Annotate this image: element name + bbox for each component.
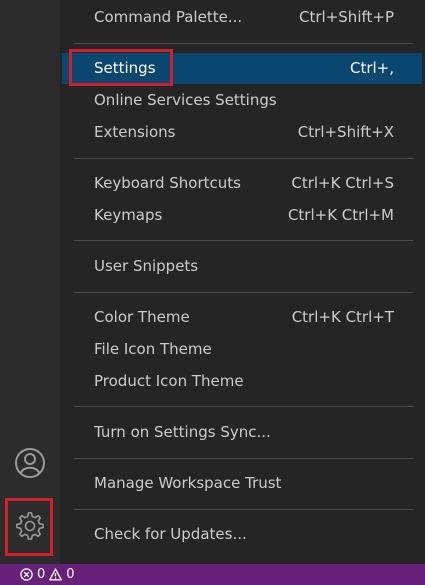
menu-item-label: Product Icon Theme <box>94 372 244 390</box>
menu-item-shortcut: Ctrl+, <box>349 59 394 77</box>
menu-separator <box>74 158 413 159</box>
menu-separator <box>74 240 413 241</box>
menu-item-label: Check for Updates... <box>94 525 247 543</box>
menu-item-product-icon-theme[interactable]: Product Icon Theme <box>62 366 422 397</box>
menu-item-label: Manage Workspace Trust <box>94 474 282 492</box>
menu-item-label: User Snippets <box>94 257 199 275</box>
account-icon <box>15 448 45 478</box>
menu-separator <box>74 43 413 44</box>
menu-item-shortcut: Ctrl+Shift+P <box>299 8 394 26</box>
warning-icon[interactable] <box>49 568 63 581</box>
menu-item-file-icon-theme[interactable]: File Icon Theme <box>62 334 422 365</box>
menu-item-label: Command Palette... <box>94 8 243 26</box>
menu-item-extensions[interactable]: Extensions Ctrl+Shift+X <box>62 117 422 148</box>
status-bar: 0 0 <box>0 564 425 585</box>
menu-item-shortcut: Ctrl+K Ctrl+S <box>291 174 394 192</box>
menu-item-manage-workspace-trust[interactable]: Manage Workspace Trust <box>62 468 422 499</box>
menu-item-keyboard-shortcuts[interactable]: Keyboard Shortcuts Ctrl+K Ctrl+S <box>62 168 422 199</box>
menu-separator <box>74 458 413 459</box>
warning-count[interactable]: 0 <box>66 567 74 582</box>
menu-item-shortcut: Ctrl+K Ctrl+M <box>287 206 394 224</box>
menu-item-label: Extensions <box>94 123 176 141</box>
menu-item-label: Online Services Settings <box>94 91 277 109</box>
menu-separator <box>74 509 413 510</box>
error-icon[interactable] <box>20 568 33 581</box>
menu-item-shortcut: Ctrl+Shift+X <box>297 123 394 141</box>
accounts-button[interactable] <box>10 443 50 483</box>
menu-item-label: Keymaps <box>94 206 163 224</box>
menu-item-color-theme[interactable]: Color Theme Ctrl+K Ctrl+T <box>62 302 422 333</box>
activity-bar <box>0 0 60 564</box>
menu-item-command-palette[interactable]: Command Palette... Ctrl+Shift+P <box>62 2 422 33</box>
menu-separator <box>74 406 413 407</box>
menu-item-label: Color Theme <box>94 308 190 326</box>
settings-highlight <box>69 49 173 86</box>
menu-item-label: Keyboard Shortcuts <box>94 174 241 192</box>
menu-separator <box>74 292 413 293</box>
menu-item-label: Turn on Settings Sync... <box>94 423 271 441</box>
manage-highlight <box>5 498 53 556</box>
menu-item-keymaps[interactable]: Keymaps Ctrl+K Ctrl+M <box>62 200 422 231</box>
menu-item-user-snippets[interactable]: User Snippets <box>62 251 422 282</box>
menu-item-online-services-settings[interactable]: Online Services Settings <box>62 85 422 116</box>
menu-item-check-for-updates[interactable]: Check for Updates... <box>62 519 422 550</box>
error-count[interactable]: 0 <box>37 567 45 582</box>
menu-item-shortcut: Ctrl+K Ctrl+T <box>291 308 394 326</box>
menu-item-label: File Icon Theme <box>94 340 212 358</box>
menu-item-settings-sync[interactable]: Turn on Settings Sync... <box>62 417 422 448</box>
